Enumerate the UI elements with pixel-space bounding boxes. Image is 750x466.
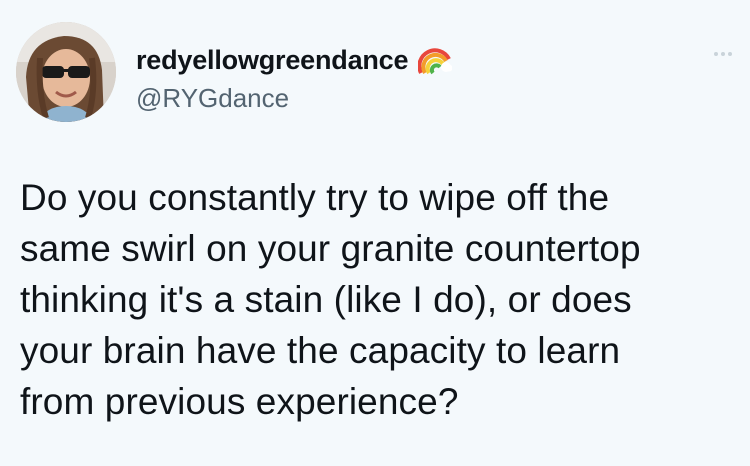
more-options-icon[interactable] [714,52,732,56]
display-name[interactable]: redyellowgreendance [136,45,409,76]
author-name-row: redyellowgreendance [136,42,453,78]
tweet-card: redyellowgreendance @RYGdance Do you con… [0,0,750,466]
user-handle[interactable]: @RYGdance [136,83,289,114]
avatar[interactable] [16,22,116,122]
tweet-text: Do you constantly try to wipe off the sa… [20,177,641,422]
profile-photo-icon [16,22,116,122]
rainbow-icon [417,45,453,75]
